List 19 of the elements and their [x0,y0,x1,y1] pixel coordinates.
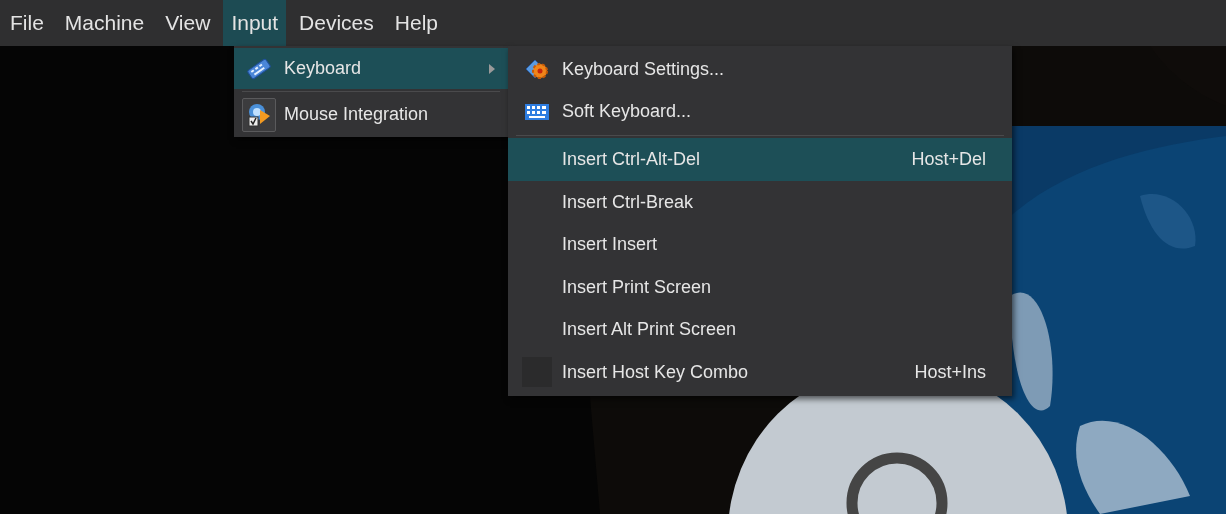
menu-bar-item[interactable]: View [157,0,219,46]
menu-item[interactable]: Insert Alt Print Screen [508,308,1012,352]
menu-bar-item[interactable]: File [2,0,52,46]
submenu-arrow-icon [488,62,496,75]
menu-item[interactable]: Insert Insert [508,223,1012,266]
shortcut-text: Host+Ins [914,361,986,383]
menu-item[interactable]: Insert Print Screen [508,265,1012,309]
menu-item[interactable]: Insert Ctrl-Break [508,180,1012,224]
menu-bar-item[interactable]: Devices [291,0,382,46]
shortcut-text: Host+Del [911,149,986,170]
menu-bar-item[interactable]: Machine [56,0,153,46]
menu-item[interactable]: Insert Ctrl-Alt-Del Host+Del [508,138,1012,181]
menu-bar-item[interactable]: Input [223,0,287,46]
menu-item[interactable]: Keyboard Settings... [508,48,1012,91]
menu-item[interactable]: Keyboard [234,48,508,89]
menu-item[interactable]: Insert Host Key Combo Host+Ins [508,351,1012,394]
menu-bar-item[interactable]: Help [386,0,446,46]
menu-item[interactable]: Mouse Integration [234,94,508,135]
menu-item[interactable]: Soft Keyboard... [508,90,1012,134]
